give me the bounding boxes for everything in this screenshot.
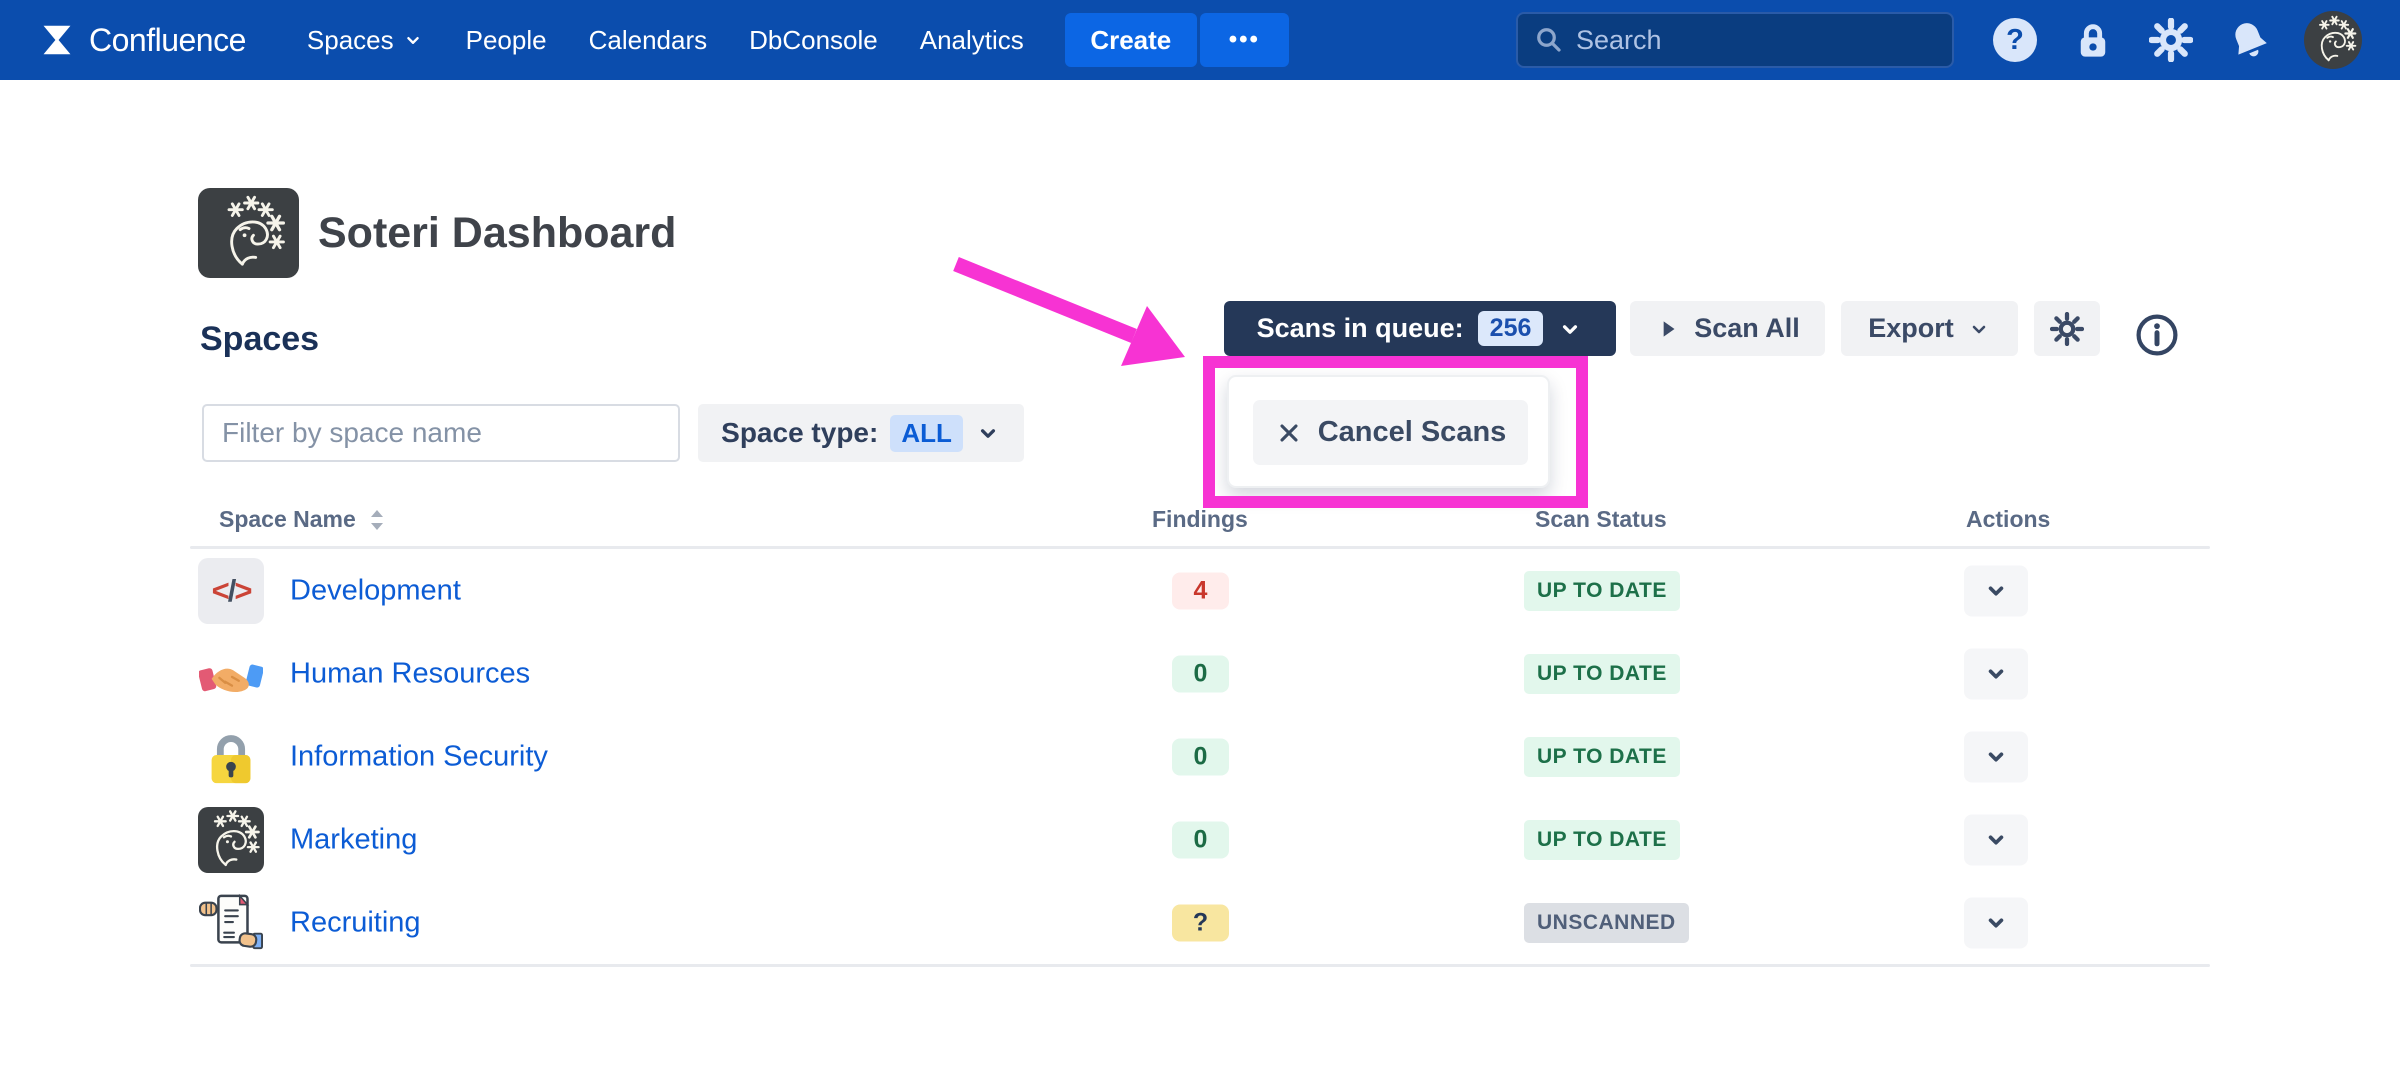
row-actions-button[interactable] [1964, 731, 2028, 782]
scan-status-badge: UP TO DATE [1524, 820, 1680, 860]
table-row-marketing: Marketing 0 UP TO DATE [190, 798, 2210, 881]
user-avatar[interactable] [2304, 11, 2362, 69]
chevron-down-icon [1967, 317, 1991, 341]
ellipsis-icon: ••• [1229, 26, 1260, 53]
search-icon [1534, 25, 1564, 55]
scan-status-badge: UNSCANNED [1524, 903, 1689, 943]
scan-status-badge: UP TO DATE [1524, 737, 1680, 777]
admin-lock-button[interactable] [2070, 17, 2116, 63]
nav-item-analytics[interactable]: Analytics [899, 25, 1045, 56]
spaces-heading: Spaces [200, 320, 319, 359]
space-link-information-security[interactable]: Information Security [290, 740, 548, 773]
avatar-face-icon [2307, 14, 2359, 66]
nav-item-spaces[interactable]: Spaces [286, 25, 445, 56]
info-icon[interactable] [2134, 312, 2180, 358]
table-row-development: </> Development 4 UP TO DATE [190, 549, 2210, 632]
confluence-logo[interactable]: Confluence [38, 21, 246, 59]
top-navbar: Confluence Spaces People Calendars DbCon… [0, 0, 2400, 80]
chevron-down-icon [1983, 661, 2009, 687]
space-type-value: ALL [890, 415, 963, 452]
table-row-human-resources: Human Resources 0 UP TO DATE [190, 632, 2210, 715]
row-actions-button[interactable] [1964, 814, 2028, 865]
column-findings: Findings [1152, 506, 1248, 533]
table-bottom-divider [190, 964, 2210, 967]
column-space-name[interactable]: Space Name [219, 506, 388, 533]
dashboard-settings-button[interactable] [2034, 301, 2100, 356]
column-scan-status: Scan Status [1535, 506, 1667, 533]
export-button[interactable]: Export [1841, 301, 2018, 356]
soteri-face-icon [209, 193, 289, 273]
chevron-down-icon [975, 420, 1001, 446]
help-button[interactable]: ? [1992, 17, 2038, 63]
space-link-development[interactable]: Development [290, 574, 461, 607]
nav-item-calendars[interactable]: Calendars [568, 25, 729, 56]
bell-icon [2219, 10, 2279, 70]
page-title: Soteri Dashboard [318, 209, 676, 258]
settings-button[interactable] [2148, 17, 2194, 63]
soteri-face-icon [198, 807, 264, 873]
lock-icon [2072, 19, 2114, 61]
space-filter-input[interactable] [202, 404, 680, 462]
more-actions-button[interactable]: ••• [1200, 13, 1289, 67]
scan-all-button[interactable]: Scan All [1630, 301, 1825, 356]
table-row-recruiting: Recruiting ? UNSCANNED [190, 881, 2210, 964]
space-link-recruiting[interactable]: Recruiting [290, 906, 421, 939]
nav-item-dbconsole[interactable]: DbConsole [728, 25, 899, 56]
confluence-mark-icon [38, 21, 76, 59]
soteri-app-logo [198, 188, 299, 278]
space-link-human-resources[interactable]: Human Resources [290, 657, 530, 690]
close-icon [1275, 419, 1303, 447]
scans-queue-dropdown: Cancel Scans [1227, 375, 1550, 488]
confluence-page: Confluence Spaces People Calendars DbCon… [0, 0, 2400, 1074]
navbar-icon-group: ? [1992, 11, 2362, 69]
chevron-down-icon [1983, 744, 2009, 770]
brand-name: Confluence [89, 22, 246, 59]
table-row-information-security: Information Security 0 UP TO DATE [190, 715, 2210, 798]
findings-badge: 0 [1172, 738, 1229, 775]
gear-icon [2050, 312, 2084, 346]
notifications-button[interactable] [2226, 17, 2272, 63]
findings-badge: ? [1172, 904, 1229, 941]
question-mark-icon: ? [1993, 18, 2037, 62]
handshake-icon [198, 641, 264, 707]
chevron-down-icon [1983, 910, 2009, 936]
findings-badge: 0 [1172, 655, 1229, 692]
space-type-label: Space type: [721, 417, 878, 449]
chevron-down-icon [402, 29, 424, 51]
findings-badge: 4 [1172, 572, 1229, 609]
table-header: Space Name Findings Scan Status Actions [0, 506, 2400, 540]
padlock-icon [198, 724, 264, 790]
code-icon: </> [198, 558, 264, 624]
queue-count-badge: 256 [1478, 311, 1544, 346]
scans-in-queue-button[interactable]: Scans in queue: 256 [1224, 301, 1616, 356]
column-actions: Actions [1966, 506, 2050, 533]
scans-in-queue-label: Scans in queue: [1257, 313, 1464, 344]
cancel-scans-button[interactable]: Cancel Scans [1253, 400, 1528, 465]
findings-badge: 0 [1172, 821, 1229, 858]
space-link-marketing[interactable]: Marketing [290, 823, 417, 856]
chevron-down-icon [1983, 578, 2009, 604]
search-input[interactable] [1576, 25, 1916, 56]
space-type-dropdown[interactable]: Space type: ALL [698, 404, 1024, 462]
document-hands-icon [198, 890, 264, 956]
create-button[interactable]: Create [1065, 13, 1197, 67]
gear-icon [2149, 18, 2193, 62]
play-icon [1655, 316, 1681, 342]
chevron-down-icon [1983, 827, 2009, 853]
row-actions-button[interactable] [1964, 565, 2028, 616]
scan-status-badge: UP TO DATE [1524, 654, 1680, 694]
nav-item-people[interactable]: People [445, 25, 568, 56]
sort-icon [366, 507, 388, 533]
row-actions-button[interactable] [1964, 648, 2028, 699]
global-search [1516, 12, 1954, 68]
scan-status-badge: UP TO DATE [1524, 571, 1680, 611]
row-actions-button[interactable] [1964, 897, 2028, 948]
chevron-down-icon [1557, 316, 1583, 342]
